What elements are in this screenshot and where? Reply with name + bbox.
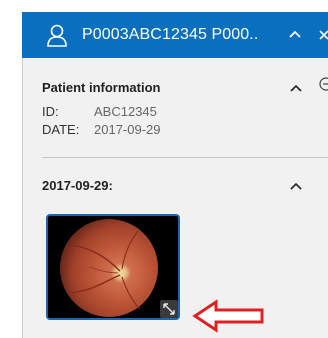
user-icon — [47, 24, 67, 47]
section-divider — [42, 157, 328, 158]
date-label: DATE: — [42, 122, 80, 137]
expand-icon[interactable] — [160, 300, 178, 318]
exam-date-title: 2017-09-29: — [42, 178, 113, 193]
settings-circle-icon[interactable] — [318, 77, 328, 91]
fundus-image — [60, 219, 158, 317]
red-arrow-annotation — [192, 299, 264, 333]
patient-info-title: Patient information — [42, 80, 161, 95]
close-icon[interactable] — [318, 27, 328, 41]
patient-header-title: P0003ABC12345 P000.. — [82, 26, 259, 43]
fundus-image-thumbnail[interactable] — [46, 214, 180, 320]
chevron-up-icon[interactable] — [288, 27, 302, 41]
chevron-up-icon[interactable] — [290, 82, 302, 94]
id-label: ID: — [42, 104, 59, 119]
patient-header-bar[interactable]: P0003ABC12345 P000.. — [22, 12, 328, 58]
id-value: ABC12345 — [94, 104, 157, 119]
panel-edge — [22, 58, 23, 338]
chevron-up-icon[interactable] — [290, 180, 302, 192]
date-value: 2017-09-29 — [94, 122, 161, 137]
